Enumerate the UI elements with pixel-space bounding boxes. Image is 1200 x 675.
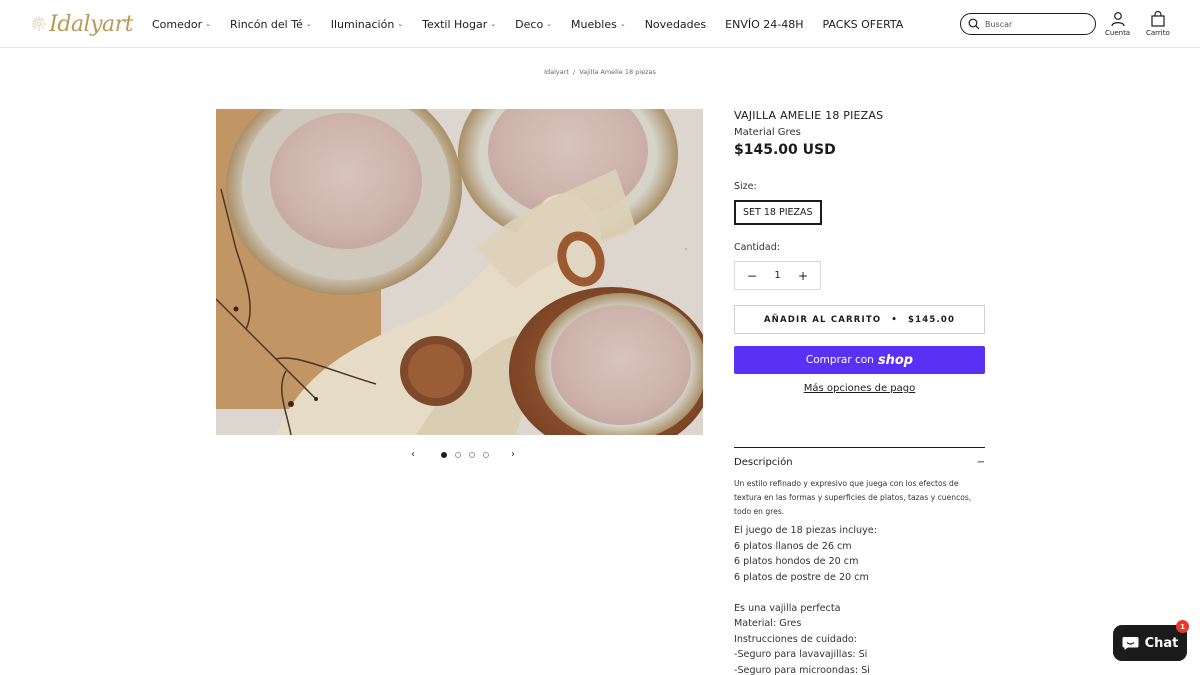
account-label: Cuenta — [1105, 29, 1131, 37]
chat-notification-badge: 1 — [1176, 620, 1189, 633]
minus-icon[interactable]: − — [747, 269, 757, 283]
nav-item-rincon-del-te[interactable]: Rincón del Té ⌄ — [230, 18, 312, 31]
size-label: Size: — [734, 181, 757, 192]
chevron-down-icon: ⌄ — [546, 20, 553, 28]
description-line: -Seguro para microondas: Si — [734, 664, 870, 675]
breadcrumb-home[interactable]: Idalyart — [544, 68, 569, 76]
add-to-cart-label: AÑADIR AL CARRITO — [763, 314, 882, 325]
size-option-button[interactable]: SET 18 PIEZAS — [734, 200, 822, 225]
chevron-down-icon: ⌄ — [490, 20, 497, 28]
nav-label: ENVÍO 24-48H — [725, 17, 804, 31]
image-carousel-controls: ‹ › — [407, 449, 519, 460]
description-line: Material: Gres — [734, 618, 802, 629]
nav-label: Iluminación — [330, 17, 395, 31]
product-title: VAJILLA AMELIE 18 PIEZAS — [734, 109, 884, 122]
sun-logo-icon — [32, 16, 47, 32]
product-price: $145.00 USD — [734, 142, 836, 158]
chevron-down-icon: ⌄ — [619, 20, 626, 28]
nav-label: Deco — [515, 17, 544, 31]
search-box[interactable] — [960, 13, 1096, 35]
nav-label: Muebles — [571, 17, 617, 31]
carousel-dot[interactable] — [455, 451, 461, 458]
quantity-label: Cantidad: — [734, 242, 780, 253]
description-line: 6 platos de postre de 20 cm — [734, 571, 869, 583]
shop-pay-button[interactable]: Comprar con shop — [734, 346, 985, 374]
description-intro: Un estilo refinado y expresivo que juega… — [734, 479, 972, 516]
description-line: Instrucciones de cuidado: — [734, 633, 858, 645]
account-link[interactable]: Cuenta — [1105, 11, 1130, 37]
quantity-value[interactable]: 1 — [774, 270, 780, 281]
description-toggle[interactable]: Descripción − — [734, 457, 985, 468]
cart-link[interactable]: Carrito — [1146, 11, 1170, 37]
product-subtitle: Material Gres — [734, 127, 801, 138]
breadcrumb-current: Vajilla Amelie 18 piezas — [579, 68, 656, 76]
description-line: El juego de 18 piezas incluye: — [734, 525, 877, 536]
chevron-down-icon: ⌄ — [305, 20, 312, 28]
add-to-cart-bullet: • — [891, 314, 898, 325]
nav-item-muebles[interactable]: Muebles ⌄ — [571, 18, 626, 31]
chat-button[interactable]: Chat — [1113, 625, 1187, 661]
add-to-cart-price: $145.00 — [907, 314, 956, 325]
carousel-dot[interactable] — [469, 451, 475, 458]
description-line — [734, 585, 985, 601]
shopping-bag-icon — [1151, 11, 1165, 27]
search-icon — [968, 18, 980, 30]
product-image[interactable] — [216, 109, 703, 435]
chevron-right-icon[interactable]: › — [507, 449, 519, 460]
chevron-down-icon: ⌄ — [205, 20, 212, 28]
nav-item-envio[interactable]: ENVÍO 24-48H — [725, 18, 803, 31]
nav-item-comedor[interactable]: Comedor ⌄ — [152, 18, 211, 31]
nav-item-novedades[interactable]: Novedades — [645, 18, 706, 31]
collapse-minus-icon: − — [976, 457, 985, 468]
carousel-dot[interactable] — [483, 451, 489, 458]
more-payment-options-link[interactable]: Más opciones de pago — [734, 383, 985, 394]
breadcrumb-separator: / — [572, 68, 576, 76]
brand-logo[interactable]: Idalyart — [31, 5, 133, 43]
main-nav: Comedor ⌄ Rincón del Té ⌄ Iluminación ⌄ Tex… — [152, 0, 922, 48]
nav-label: Novedades — [644, 17, 707, 31]
product-info: VAJILLA AMELIE 18 PIEZAS Material Gres $… — [734, 109, 985, 675]
breadcrumb: Idalyart / Vajilla Amelie 18 piezas — [0, 68, 1200, 76]
description-line: 6 platos hondos de 20 cm — [734, 556, 859, 567]
search-input[interactable] — [985, 19, 1085, 29]
description-line: -Seguro para lavavajillas: Si — [734, 649, 868, 660]
nav-label: Comedor — [152, 17, 203, 31]
chat-bubble-icon — [1122, 636, 1139, 650]
shop-pay-logo: shop — [877, 352, 914, 368]
nav-item-iluminacion[interactable]: Iluminación ⌄ — [331, 18, 403, 31]
chevron-left-icon[interactable]: ‹ — [407, 449, 419, 460]
description-heading: Descripción — [734, 457, 793, 468]
site-header: Idalyart Comedor ⌄ Rincón del Té ⌄ Ilumina… — [0, 0, 1200, 48]
tableware-photo — [216, 109, 703, 435]
description-body: El juego de 18 piezas incluye: 6 platos … — [734, 523, 985, 675]
description-line: Es una vajilla perfecta — [734, 602, 841, 614]
description-divider — [734, 447, 985, 448]
nav-item-textil-hogar[interactable]: Textil Hogar ⌄ — [422, 18, 496, 31]
carousel-dots — [437, 451, 493, 458]
description-line: 6 platos llanos de 26 cm — [734, 540, 852, 552]
shop-pay-prefix: Comprar con — [805, 354, 874, 366]
nav-label: Textil Hogar — [422, 17, 488, 31]
chevron-down-icon: ⌄ — [397, 20, 404, 28]
plus-icon[interactable]: + — [798, 269, 808, 283]
nav-label: PACKS OFERTA — [822, 17, 904, 31]
chat-label: Chat — [1144, 635, 1179, 651]
nav-item-deco[interactable]: Deco ⌄ — [515, 18, 552, 31]
brand-name: Idalyart — [49, 11, 133, 37]
quantity-stepper: − 1 + — [734, 261, 821, 290]
add-to-cart-button[interactable]: AÑADIR AL CARRITO • $145.00 — [734, 305, 985, 334]
user-icon — [1110, 12, 1125, 27]
cart-label: Carrito — [1146, 29, 1170, 37]
carousel-dot[interactable] — [441, 451, 447, 458]
nav-item-packs-oferta[interactable]: PACKS OFERTA — [823, 18, 904, 31]
nav-label: Rincón del Té — [230, 17, 303, 31]
